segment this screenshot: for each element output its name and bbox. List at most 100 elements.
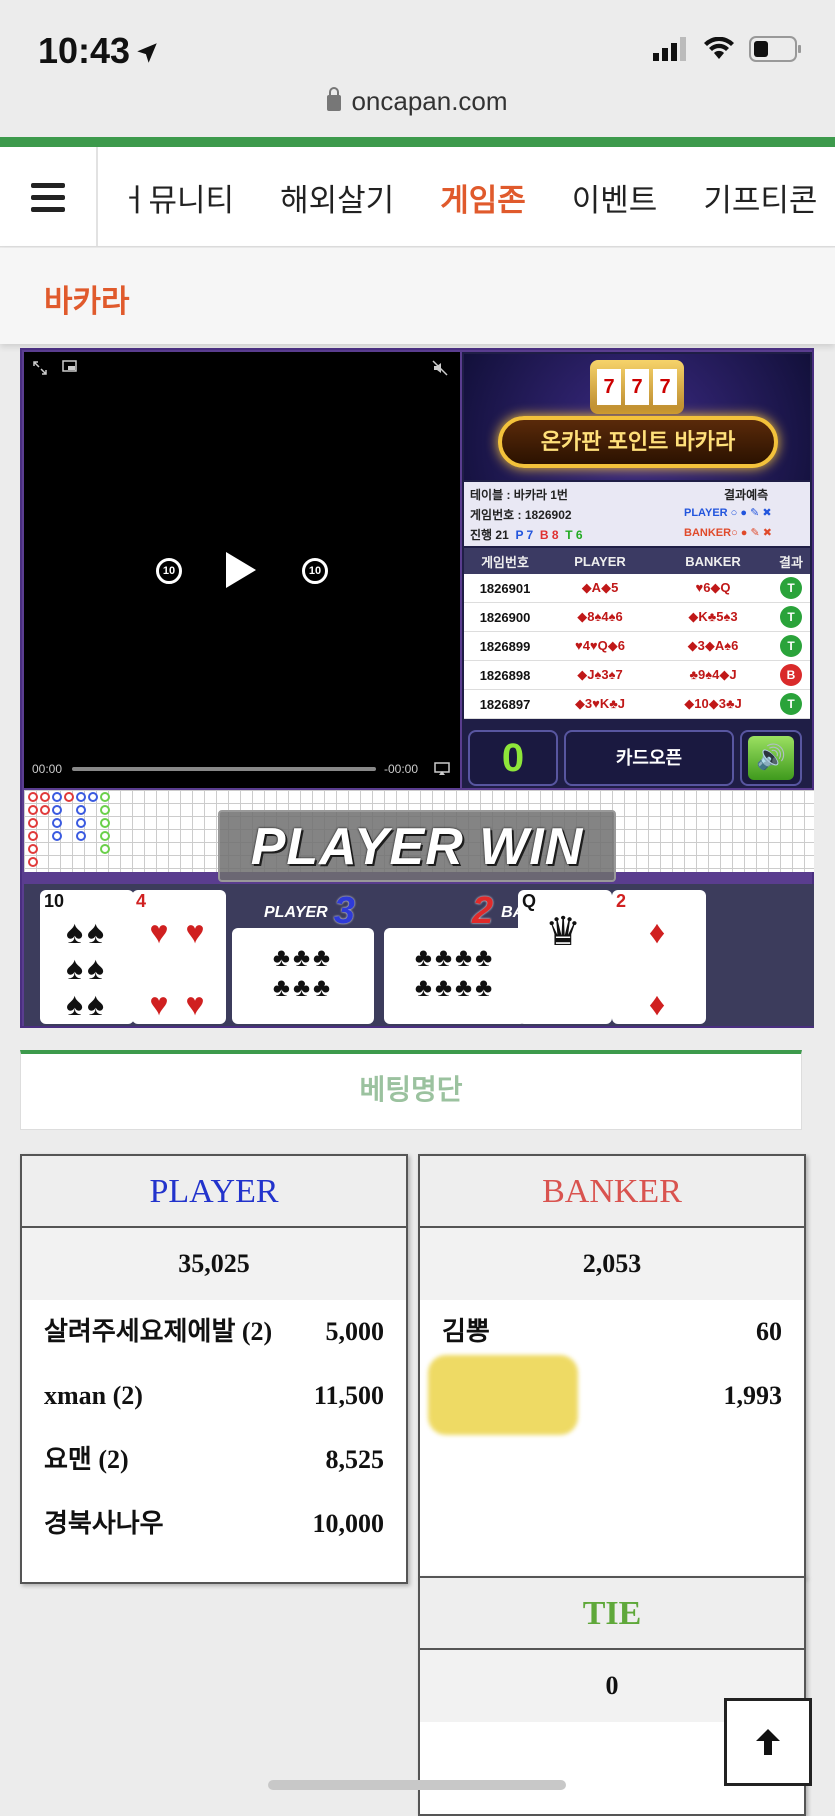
fullscreen-icon[interactable] (32, 360, 48, 376)
banker-prediction[interactable]: BANKER○ ● ✎ ✖ (684, 526, 772, 539)
player-pred-label: PLAYER (684, 507, 728, 519)
road-bead (100, 792, 110, 802)
bet-row: 살려주세요제에발 (2) 5,000 (22, 1300, 406, 1364)
banker-bets-header: BANKER (420, 1156, 804, 1228)
history-result: T (772, 635, 810, 657)
nav-item-overseas[interactable]: 해외살기 (280, 175, 394, 220)
result-badge: T (780, 577, 802, 599)
top-accent-bar (0, 137, 835, 147)
history-game-number: 1826900 (479, 609, 531, 625)
player-count: P 7 (515, 528, 534, 542)
road-bead (52, 805, 62, 815)
banker-card-3: 2 ♦ ♦ (612, 890, 706, 1024)
banker-bets-total: 2,053 (420, 1228, 804, 1300)
slot-symbol: 7 (597, 369, 621, 405)
player-bets-total: 35,025 (22, 1228, 406, 1300)
history-player-cards: ◆J♠3♠7 (577, 667, 623, 682)
history-banker-cards: ◆10◆3♣J (684, 696, 742, 711)
col-result: 결과 (779, 554, 803, 570)
video-progress[interactable] (72, 767, 376, 771)
slot-machine-icon: 777 (590, 360, 684, 414)
nav-item-gamezone[interactable]: 게임존 (440, 175, 526, 220)
scroll-to-top-button[interactable] (724, 1698, 812, 1786)
card-rank: 2 (616, 891, 627, 911)
pip-icon[interactable] (62, 360, 78, 374)
road-bead (28, 844, 38, 854)
player-bets-header: PLAYER (22, 1156, 406, 1228)
main-nav: ㅓ뮤니티 해외살기 게임존 이벤트 기프티콘 (0, 147, 835, 247)
betting-list-title: 베팅명단 (20, 1050, 802, 1130)
nav-item-event[interactable]: 이벤트 (572, 175, 658, 220)
lock-icon (327, 87, 342, 111)
slot-symbol: 7 (625, 369, 649, 405)
history-game-number: 1826897 (479, 696, 531, 712)
road-bead (100, 805, 110, 815)
history-game-number: 1826898 (479, 667, 531, 683)
redacted-name (428, 1355, 578, 1435)
history-player-cards: ♥4♥Q◆6 (574, 638, 625, 653)
player-card-1: 10 ♠♠ ♠♠ ♠♠ (40, 890, 134, 1024)
location-arrow-icon (137, 43, 157, 63)
player-prediction[interactable]: PLAYER ○ ● ✎ ✖ (684, 506, 772, 519)
hamburger-menu-icon[interactable] (0, 147, 98, 246)
history-player-cards: ◆A◆5 (581, 580, 619, 595)
history-game-number: 1826899 (479, 638, 531, 654)
player-card-3: ♣♣♣ ♣♣♣ (232, 928, 374, 1024)
road-bead (76, 792, 86, 802)
home-indicator (268, 1780, 566, 1790)
road-bead (28, 805, 38, 815)
card-rank: 10 (44, 891, 65, 911)
counter-display: 0 (468, 730, 558, 786)
history-row: 1826900 ◆8♠4♠6 ◆K♣5♠3 T (464, 603, 810, 632)
queen-figure-icon: ♛ (545, 910, 585, 954)
history-row: 1826901 ◆A◆5 ♥6◆Q T (464, 574, 810, 603)
url-bar[interactable]: oncapan.com (0, 86, 835, 117)
col-banker: BANKER (685, 553, 741, 569)
nav-item-gifticon[interactable]: 기프티콘 (703, 175, 817, 220)
play-icon[interactable] (226, 552, 256, 588)
result-badge: T (780, 606, 802, 628)
card-rank: Q (522, 891, 537, 911)
banker-pred-label: BANKER (684, 527, 732, 539)
road-bead (52, 818, 62, 828)
player-pred-icons[interactable]: ○ ● ✎ ✖ (731, 507, 772, 519)
result-badge: T (780, 693, 802, 715)
table-label: 테이블 : 바카라 1번 (470, 488, 568, 502)
nav-item-community[interactable]: ㅓ뮤니티 (120, 175, 234, 220)
airplay-icon[interactable] (434, 762, 450, 776)
history-table: 게임번호 PLAYER BANKER 결과 1826901 ◆A◆5 ♥6◆Q T 18… (464, 548, 810, 719)
game-number: 게임번호 : 1826902 (470, 508, 572, 522)
road-bead (100, 818, 110, 828)
panel-controls: 0 카드오픈 🔊 (464, 726, 810, 788)
banker-card-1: ♣♣♣♣ ♣♣♣♣ (384, 928, 526, 1024)
road-bead (88, 792, 98, 802)
game-info-panel: 777 온카판 포인트 바카라 테이블 : 바카라 1번 결과예측 게임번호 :… (462, 352, 812, 788)
video-player[interactable]: 10 10 00:00 -00:00 (24, 352, 460, 788)
card-suit: ♠♠ ♠♠ ♠♠ (66, 914, 108, 1022)
history-banker-cards: ◆K♣5♠3 (688, 609, 738, 624)
bet-amount: 60 (756, 1317, 782, 1346)
player-label: PLAYER (264, 904, 328, 921)
player-bets: PLAYER 35,025 살려주세요제에발 (2) 5,000 xman (2)… (20, 1154, 408, 1584)
mute-icon[interactable] (432, 360, 448, 376)
tie-bets-header: TIE (420, 1578, 804, 1650)
history-row: 1826897 ◆3♥K♣J ◆10◆3♣J T (464, 690, 810, 719)
result-badge: T (780, 635, 802, 657)
status-bar: 10:43 oncapan.com (0, 0, 835, 140)
card-suit: ♦ ♦ (648, 914, 670, 1022)
sound-button[interactable]: 🔊 (740, 730, 802, 786)
signal-icon (653, 37, 686, 61)
skip-forward-icon[interactable]: 10 (302, 558, 328, 584)
banker-score: 2 (472, 890, 494, 932)
banker-card-2: Q ♛ (518, 890, 612, 1024)
history-game-number: 1826901 (479, 580, 531, 596)
history-player-cards: ◆8♠4♠6 (577, 609, 623, 624)
card-open-button[interactable]: 카드오픈 (564, 730, 734, 786)
skip-back-icon[interactable]: 10 (156, 558, 182, 584)
nav-items: ㅓ뮤니티 해외살기 게임존 이벤트 기프티콘 (120, 147, 817, 246)
battery-icon (749, 36, 801, 62)
bet-amount: 5,000 (325, 1317, 385, 1346)
banker-pred-icons[interactable]: ○ ● ✎ ✖ (731, 527, 772, 539)
bettor-name: 경북사나우 (44, 1509, 164, 1538)
history-player-cards: ◆3♥K♣J (574, 696, 626, 711)
